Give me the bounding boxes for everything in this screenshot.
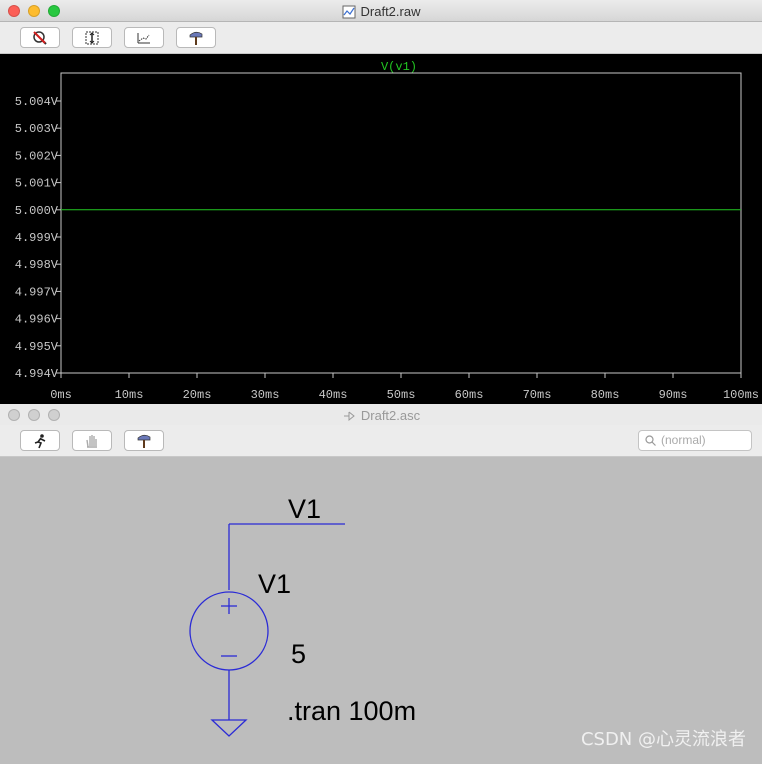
hand-icon (86, 434, 97, 448)
y-tick-label[interactable]: 5.004V (15, 95, 59, 109)
waveform-chart[interactable]: V(v1) 5.004V 5.003V 5.002V 5.001V 5.000V 4.99… (0, 54, 762, 406)
plot-area[interactable]: V(v1) 5.004V 5.003V 5.002V 5.001V 5.000V 4.99… (0, 54, 762, 406)
net-label-v1[interactable]: V1 (288, 494, 321, 524)
search-field[interactable]: (normal) (638, 430, 752, 451)
pan-hand-button[interactable] (72, 430, 112, 451)
y-tick-label[interactable]: 4.994V (15, 367, 59, 381)
y-tick-label[interactable]: 4.997V (15, 285, 59, 299)
x-tick-label[interactable]: 70ms (523, 388, 552, 402)
schematic-window-title-wrap: Draft2.asc (0, 408, 762, 423)
x-tick-label[interactable]: 90ms (659, 388, 688, 402)
y-tick-label[interactable]: 5.000V (15, 204, 59, 218)
y-axis: 5.004V 5.003V 5.002V 5.001V 5.000V 4.999V 4.99… (15, 95, 61, 381)
x-tick-label[interactable]: 0ms (50, 388, 72, 402)
y-tick-label[interactable]: 4.999V (15, 231, 59, 245)
schematic-window-title: Draft2.asc (360, 408, 421, 423)
ground-symbol[interactable] (210, 719, 248, 737)
run-button[interactable] (20, 430, 60, 451)
pan-icon (137, 32, 150, 43)
run-icon (34, 433, 46, 448)
y-tick-label[interactable]: 5.001V (15, 177, 59, 191)
search-placeholder: (normal) (661, 433, 706, 447)
source-name-label[interactable]: V1 (258, 569, 291, 599)
pan-button[interactable] (124, 27, 164, 48)
hammer-icon (137, 434, 151, 448)
x-tick-label[interactable]: 100ms (723, 388, 759, 402)
trace-label[interactable]: V(v1) (381, 60, 417, 74)
hammer-button[interactable] (176, 27, 216, 48)
y-tick-label[interactable]: 4.998V (15, 258, 59, 272)
waveform-document-icon (342, 5, 356, 18)
spice-directive[interactable]: .tran 100m (287, 696, 416, 726)
autoscale-button[interactable] (72, 27, 112, 48)
x-tick-label[interactable]: 60ms (455, 388, 484, 402)
x-tick-label[interactable]: 20ms (183, 388, 212, 402)
plot-toolbar (0, 22, 762, 54)
y-tick-label[interactable]: 4.996V (15, 313, 59, 327)
schematic-toolbar: (normal) (0, 425, 762, 457)
x-tick-label[interactable]: 30ms (251, 388, 280, 402)
hammer-icon (189, 31, 203, 45)
schematic-window-titlebar[interactable]: Draft2.asc (0, 404, 762, 426)
schematic-drawing[interactable]: V1 V1 5 .tran 100m (0, 458, 762, 759)
source-value-label[interactable]: 5 (291, 639, 306, 669)
y-tick-label[interactable]: 5.003V (15, 122, 59, 136)
y-tick-label[interactable]: 4.995V (15, 340, 59, 354)
x-tick-label[interactable]: 80ms (591, 388, 620, 402)
x-tick-label[interactable]: 40ms (319, 388, 348, 402)
plot-window-title-wrap: Draft2.raw (0, 4, 762, 19)
x-tick-label[interactable]: 50ms (387, 388, 416, 402)
x-axis: 0ms 10ms 20ms 30ms 40ms 50ms 60ms 70ms 80ms 90ms 1… (50, 373, 759, 402)
plot-frame (60, 72, 742, 374)
schematic-canvas[interactable]: V1 V1 5 .tran 100m CSDN @心灵流浪者 (0, 458, 762, 759)
schematic-hammer-button[interactable] (124, 430, 164, 451)
zoom-cancel-button[interactable] (20, 27, 60, 48)
watermark-text: CSDN @心灵流浪者 (580, 729, 746, 750)
schematic-document-icon (343, 411, 355, 421)
plot-window-titlebar[interactable]: Draft2.raw (0, 0, 762, 22)
x-tick-label[interactable]: 10ms (115, 388, 144, 402)
plot-window-title: Draft2.raw (360, 4, 421, 19)
autoscale-icon (85, 31, 99, 44)
search-icon (645, 435, 656, 446)
y-tick-label[interactable]: 5.002V (15, 149, 59, 163)
zoom-cancel-icon (33, 30, 47, 45)
